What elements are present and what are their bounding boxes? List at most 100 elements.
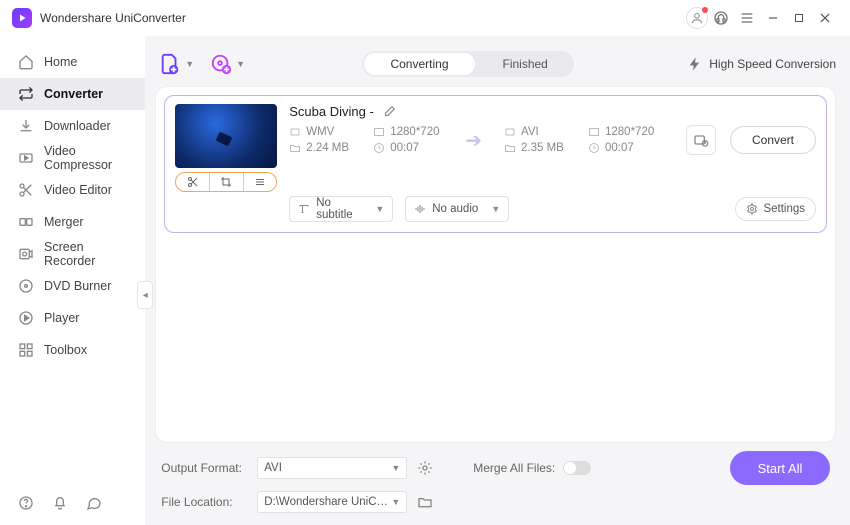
convert-button[interactable]: Convert (730, 126, 816, 154)
effects-button[interactable] (243, 173, 277, 191)
format-icon (289, 126, 301, 138)
resolution-icon (588, 126, 600, 138)
file-card[interactable]: Scuba Diving - WMV 2.24 MB 1280*720 00:0… (164, 95, 827, 233)
account-icon[interactable] (686, 7, 708, 29)
format-icon (504, 126, 516, 138)
sidebar-item-downloader[interactable]: Downloader (0, 110, 145, 142)
resolution-icon (373, 126, 385, 138)
play-icon (18, 310, 34, 326)
sidebar-item-toolbox[interactable]: Toolbox (0, 334, 145, 366)
help-icon[interactable] (18, 495, 34, 511)
scissors-icon (18, 182, 34, 198)
chevron-down-icon: ▼ (185, 59, 194, 69)
bell-icon[interactable] (52, 495, 68, 511)
merge-label: Merge All Files: (473, 461, 555, 475)
output-format-value: AVI (264, 462, 282, 474)
subtitle-select[interactable]: No subtitle ▼ (289, 196, 393, 222)
add-dvd-button[interactable]: ▼ (206, 49, 249, 79)
file-location-select[interactable]: D:\Wondershare UniConverter ▼ (257, 491, 407, 513)
download-icon (18, 118, 34, 134)
sidebar-item-label: DVD Burner (44, 279, 111, 293)
collapse-sidebar-button[interactable]: ◂ (137, 281, 153, 309)
sidebar-item-label: Converter (44, 87, 103, 101)
sidebar: Home Converter Downloader Video Compress… (0, 36, 145, 525)
dst-format: AVI (521, 126, 539, 138)
sidebar-item-label: Video Editor (44, 183, 112, 197)
sidebar-item-editor[interactable]: Video Editor (0, 174, 145, 206)
disc-icon (18, 278, 34, 294)
file-list: Scuba Diving - WMV 2.24 MB 1280*720 00:0… (155, 86, 836, 443)
gear-icon (746, 203, 758, 215)
titlebar: Wondershare UniConverter (0, 0, 850, 36)
dst-size: 2.35 MB (521, 142, 564, 154)
converter-icon (18, 86, 34, 102)
settings-label: Settings (763, 203, 805, 215)
sidebar-item-dvd[interactable]: DVD Burner (0, 270, 145, 302)
audio-select[interactable]: No audio ▼ (405, 196, 509, 222)
file-title: Scuba Diving - (289, 104, 374, 119)
output-format-settings-button[interactable] (417, 460, 433, 476)
src-resolution: 1280*720 (390, 126, 439, 138)
add-dvd-icon (210, 53, 232, 75)
status-tabs: Converting Finished (362, 51, 573, 77)
main-panel: ▼ ▼ Converting Finished High Speed Conve… (145, 36, 850, 525)
arrow-right-icon: ➔ (457, 128, 490, 153)
chevron-down-icon: ▼ (391, 497, 400, 507)
item-settings-button[interactable]: Settings (735, 197, 816, 221)
support-icon[interactable] (708, 5, 734, 31)
chevron-down-icon: ▼ (491, 204, 500, 214)
merger-icon (18, 214, 34, 230)
dst-resolution: 1280*720 (605, 126, 654, 138)
maximize-button[interactable] (786, 5, 812, 31)
toolbar: ▼ ▼ Converting Finished High Speed Conve… (155, 44, 836, 84)
close-button[interactable] (812, 5, 838, 31)
high-speed-toggle[interactable]: High Speed Conversion (687, 56, 836, 72)
tab-converting[interactable]: Converting (364, 53, 474, 75)
subtitle-icon (298, 203, 310, 215)
tab-finished[interactable]: Finished (477, 51, 574, 77)
add-file-icon (159, 53, 181, 75)
minimize-button[interactable] (760, 5, 786, 31)
chevron-down-icon: ▼ (236, 59, 245, 69)
src-format: WMV (306, 126, 334, 138)
audio-icon (414, 203, 426, 215)
grid-icon (18, 342, 34, 358)
thumbnail-tools (175, 172, 277, 192)
sidebar-item-label: Home (44, 55, 77, 69)
trim-button[interactable] (176, 173, 209, 191)
sidebar-item-home[interactable]: Home (0, 46, 145, 78)
video-thumbnail[interactable] (175, 104, 277, 168)
menu-icon[interactable] (734, 5, 760, 31)
open-folder-button[interactable] (417, 494, 433, 510)
src-duration: 00:07 (390, 142, 419, 154)
feedback-icon[interactable] (86, 495, 102, 511)
footer: Output Format: AVI ▼ Merge All Files: St… (155, 443, 836, 515)
chevron-down-icon: ▼ (391, 463, 400, 473)
output-settings-button[interactable] (686, 125, 716, 155)
src-size: 2.24 MB (306, 142, 349, 154)
merge-toggle[interactable] (563, 461, 591, 475)
add-file-button[interactable]: ▼ (155, 49, 198, 79)
sidebar-item-label: Screen Recorder (44, 240, 127, 268)
edit-title-button[interactable] (382, 105, 396, 119)
sidebar-item-label: Toolbox (44, 343, 87, 357)
sidebar-item-recorder[interactable]: Screen Recorder (0, 238, 145, 270)
crop-button[interactable] (209, 173, 243, 191)
sidebar-item-label: Video Compressor (44, 144, 127, 172)
sidebar-item-converter[interactable]: Converter (0, 78, 145, 110)
sidebar-item-player[interactable]: Player (0, 302, 145, 334)
folder-icon (289, 142, 301, 154)
sidebar-item-compressor[interactable]: Video Compressor (0, 142, 145, 174)
output-format-select[interactable]: AVI ▼ (257, 457, 407, 479)
chevron-down-icon: ▼ (375, 204, 384, 214)
sidebar-item-label: Player (44, 311, 79, 325)
file-location-value: D:\Wondershare UniConverter (264, 496, 391, 508)
audio-value: No audio (432, 203, 485, 215)
start-all-button[interactable]: Start All (730, 451, 830, 485)
sidebar-item-merger[interactable]: Merger (0, 206, 145, 238)
subtitle-value: No subtitle (316, 197, 369, 221)
recorder-icon (18, 246, 34, 262)
notification-dot-icon (702, 7, 708, 13)
output-format-label: Output Format: (161, 461, 247, 475)
app-title: Wondershare UniConverter (40, 11, 186, 25)
